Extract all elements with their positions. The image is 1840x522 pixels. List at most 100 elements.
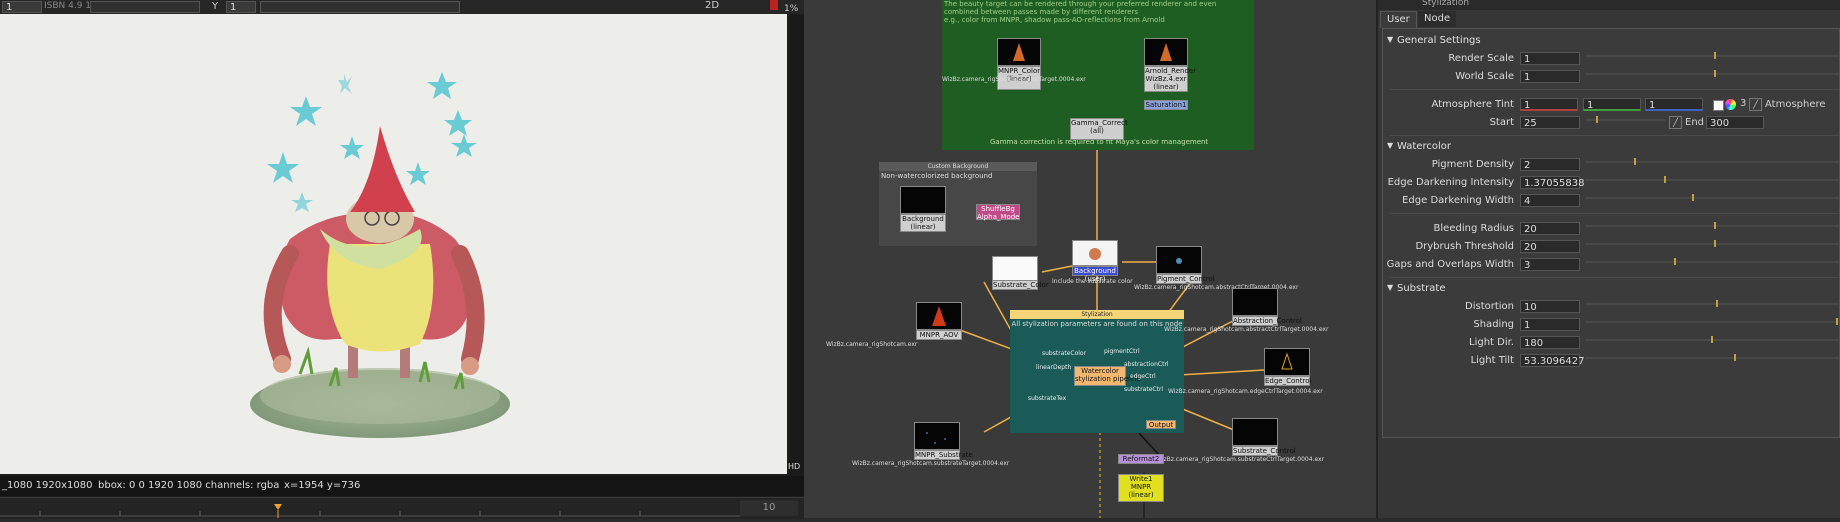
light-tilt-slider[interactable] <box>1585 354 1839 368</box>
input-lineardepth: linearDepth <box>1036 364 1072 371</box>
abstraction-control-node[interactable]: Abstraction_Control <box>1232 316 1302 326</box>
saturation-node[interactable]: Saturation1 <box>1144 100 1188 110</box>
background-user-thumbnail[interactable] <box>1072 240 1118 266</box>
gamma-correct-node[interactable]: Gamma_Correct (all) <box>1070 118 1128 140</box>
bleeding-radius-field[interactable]: 20 <box>1520 222 1580 235</box>
y-label: Y <box>212 1 219 12</box>
color-wheel-icon[interactable] <box>1725 99 1736 110</box>
pigment-control-thumbnail[interactable] <box>1156 246 1202 274</box>
edge-darkening-intensity-label: Edge Darkening Intensity <box>1387 177 1514 188</box>
drybrush-threshold-field[interactable]: 20 <box>1520 240 1580 253</box>
edge-darkening-intensity-slider[interactable] <box>1585 176 1839 190</box>
bleeding-radius-label: Bleeding Radius <box>1433 223 1514 234</box>
viewer-toolbar: 1 ISBN 4.9 1.0.1.7 Y 1 2D 1% <box>0 0 804 14</box>
light-dir-slider[interactable] <box>1585 336 1839 350</box>
light-dir-label: Light Dir. <box>1469 337 1514 348</box>
mnpr-color-thumbnail[interactable] <box>997 38 1041 66</box>
write-node[interactable]: Write1 MNPR (linear) <box>1118 474 1164 502</box>
x-slider[interactable] <box>90 1 200 13</box>
shading-label: Shading <box>1473 319 1514 330</box>
record-indicator <box>770 0 778 10</box>
arnold-render-thumbnail[interactable] <box>1144 38 1188 66</box>
properties-panel: Stylization User Node ▼ General Settings… <box>1376 0 1840 518</box>
distortion-field[interactable]: 10 <box>1520 300 1580 313</box>
general-settings-header[interactable]: General Settings <box>1397 35 1481 46</box>
watercolor-header[interactable]: Watercolor <box>1397 141 1451 152</box>
edge-darkening-width-slider[interactable] <box>1585 194 1839 208</box>
viewer-canvas[interactable] <box>0 14 787 474</box>
shading-field[interactable]: 1 <box>1520 318 1580 331</box>
viewer-info-bar: _1080 1920x1080 bbox: 0 0 1920 1080 chan… <box>0 476 804 496</box>
timeline-ruler <box>0 504 740 518</box>
node-graph[interactable]: The beauty target can be rendered throug… <box>804 0 1376 518</box>
background-node[interactable]: Background (linear) <box>900 214 946 232</box>
playhead-icon <box>274 504 282 510</box>
substrate-control-node[interactable]: Substrate_Control <box>1232 446 1296 456</box>
properties-title-bar: Stylization <box>1378 0 1840 10</box>
pigment-control-node[interactable]: Pigment_Control <box>1156 274 1215 284</box>
stylization-title: Stylization <box>1010 310 1184 319</box>
world-scale-field[interactable]: 1 <box>1520 70 1580 83</box>
timeline-end-field[interactable]: 10 <box>740 500 798 516</box>
drybrush-threshold-slider[interactable] <box>1585 240 1839 254</box>
frame-field[interactable]: 1 <box>2 1 42 13</box>
atmosphere-tint-r[interactable]: 1 <box>1520 98 1578 111</box>
distortion-slider[interactable] <box>1585 300 1839 314</box>
light-tilt-label: Light Tilt <box>1470 355 1514 366</box>
input-substratetex: substrateTex <box>1028 395 1067 402</box>
atmosphere-tint-g[interactable]: 1 <box>1583 98 1641 111</box>
start-slider[interactable] <box>1585 116 1665 130</box>
abstraction-control-thumbnail[interactable] <box>1232 288 1278 316</box>
output-node[interactable]: Output <box>1146 420 1176 429</box>
mnpr-substrate-thumbnail[interactable] <box>914 422 960 450</box>
mnpr-substrate-node[interactable]: MNPR_Substrate <box>914 450 973 460</box>
general-settings-toggle-icon[interactable]: ▼ <box>1387 35 1393 44</box>
viewer-scrollbar[interactable] <box>790 14 804 476</box>
light-dir-field[interactable]: 180 <box>1520 336 1580 349</box>
gaps-overlaps-width-slider[interactable] <box>1585 258 1839 272</box>
reformat-node[interactable]: Reformat2 <box>1118 454 1164 464</box>
tab-node[interactable]: Node <box>1418 11 1457 27</box>
substrate-control-thumbnail[interactable] <box>1232 418 1278 446</box>
input-substratecolor: substrateColor <box>1042 350 1087 357</box>
separator <box>1389 277 1839 278</box>
curve-icon[interactable]: ╱ <box>1749 98 1762 111</box>
background-user-node[interactable]: Background (user) <box>1072 266 1118 283</box>
mnpr-aov-node[interactable]: MNPR_AOV <box>916 330 962 340</box>
pigment-density-slider[interactable] <box>1585 158 1839 172</box>
end-field[interactable]: 300 <box>1706 116 1764 129</box>
edge-control-thumbnail[interactable] <box>1264 348 1310 376</box>
mnpr-aov-thumbnail[interactable] <box>916 302 962 330</box>
edge-darkening-intensity-field[interactable]: 1.37055838 <box>1520 176 1584 189</box>
shuffle-node[interactable]: ShuffleBg Alpha_Mode <box>976 204 1020 221</box>
y-slider[interactable] <box>260 1 460 13</box>
world-scale-slider[interactable] <box>1585 70 1839 84</box>
bleeding-radius-slider[interactable] <box>1585 222 1839 236</box>
atmosphere-tint-b[interactable]: 1 <box>1645 98 1703 111</box>
substrate-header[interactable]: Substrate <box>1397 283 1445 294</box>
y-value-field[interactable]: 1 <box>226 1 256 13</box>
tab-user[interactable]: User <box>1380 11 1417 28</box>
gaps-overlaps-width-label: Gaps and Overlaps Width <box>1386 259 1514 270</box>
shading-slider[interactable] <box>1585 318 1839 332</box>
substrate-color-node[interactable]: Substrate_Color <box>992 280 1049 290</box>
start-field[interactable]: 25 <box>1520 116 1580 129</box>
light-tilt-field[interactable]: 53.3096427 <box>1520 354 1584 367</box>
edge-darkening-width-field[interactable]: 4 <box>1520 194 1580 207</box>
gaps-overlaps-width-field[interactable]: 3 <box>1520 258 1580 271</box>
custom-background-title: Custom Background <box>879 162 1037 171</box>
pigment-density-field[interactable]: 2 <box>1520 158 1580 171</box>
background-thumbnail[interactable] <box>900 186 946 214</box>
watercolor-toggle-icon[interactable]: ▼ <box>1387 141 1393 150</box>
zoom-percent: 1% <box>784 4 799 14</box>
watercolor-node[interactable]: Watercolor stylization pipeline <box>1074 366 1141 386</box>
color-swatch[interactable] <box>1713 100 1724 111</box>
edge-control-node[interactable]: Edge_Control <box>1264 376 1311 386</box>
substrate-toggle-icon[interactable]: ▼ <box>1387 283 1393 292</box>
render-scale-slider[interactable] <box>1585 52 1839 66</box>
end-curve-icon[interactable]: ╱ <box>1669 116 1682 129</box>
arnold-render-node[interactable]: Arnold_Render WizBz.4.exr (linear) <box>1144 66 1196 92</box>
zoom-label[interactable]: 2D <box>705 0 719 11</box>
render-scale-field[interactable]: 1 <box>1520 52 1580 65</box>
timeline[interactable]: 10 <box>0 497 804 519</box>
